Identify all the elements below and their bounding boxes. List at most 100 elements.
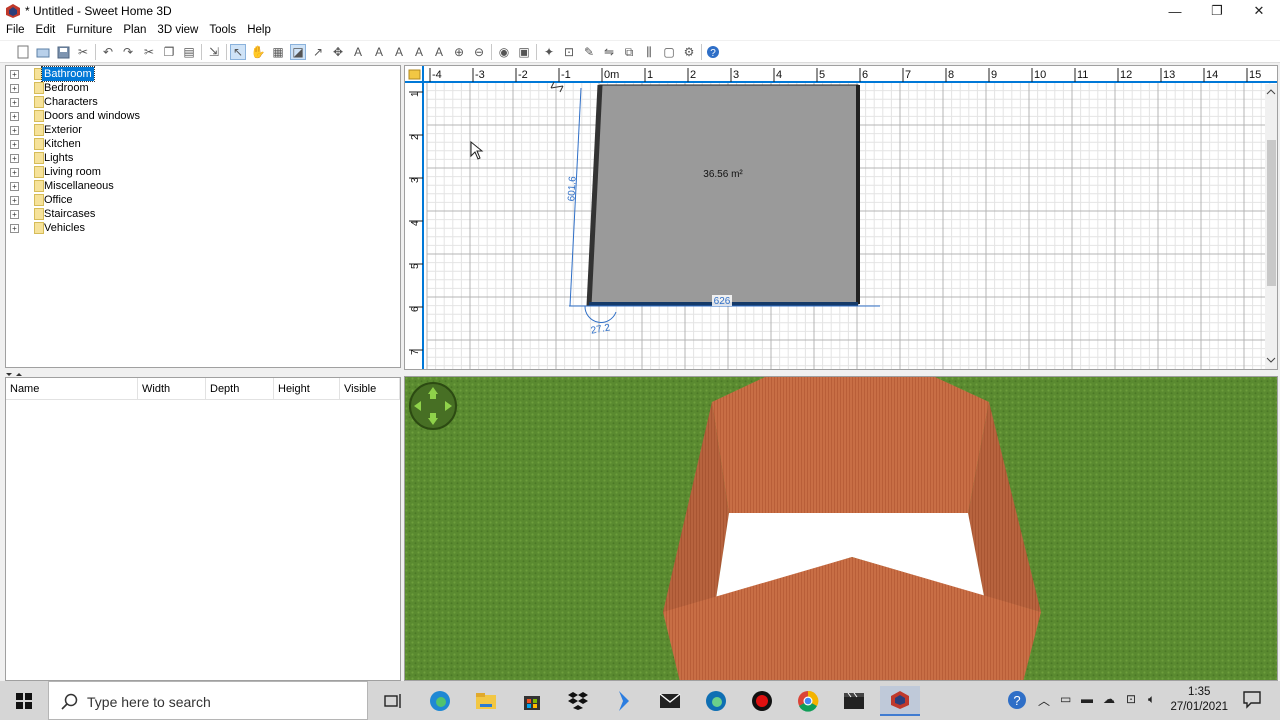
open-folder-icon[interactable]	[35, 44, 51, 60]
cut-tool-icon[interactable]: ✂	[75, 44, 91, 60]
menu-plan[interactable]: Plan	[117, 22, 151, 40]
redo-icon[interactable]: ↷	[120, 44, 136, 60]
create-polylines-icon[interactable]: ↗	[310, 44, 326, 60]
light-tool-icon[interactable]: ✦	[541, 44, 557, 60]
undo-icon[interactable]: ↶	[100, 44, 116, 60]
paste-icon[interactable]: ▤	[181, 44, 197, 60]
add-text-icon[interactable]: A	[350, 44, 366, 60]
menu-furniture[interactable]: Furniture	[60, 22, 117, 40]
expand-icon[interactable]: +	[10, 210, 19, 219]
import-background-icon[interactable]: ▢	[661, 44, 677, 60]
menu-file[interactable]: File	[0, 22, 30, 40]
expand-icon[interactable]: +	[10, 154, 19, 163]
expand-icon[interactable]: +	[10, 70, 19, 79]
meet-now-icon[interactable]: ▭	[1060, 692, 1071, 706]
expand-icon[interactable]: +	[10, 168, 19, 177]
create-rooms-icon[interactable]: ◪	[290, 44, 306, 60]
file-explorer-icon[interactable]	[466, 686, 506, 716]
expand-icon[interactable]: +	[10, 84, 19, 93]
pan-mode-icon[interactable]: ✋	[250, 44, 266, 60]
dropbox-icon[interactable]	[558, 686, 598, 716]
catalog-category[interactable]: + Bathroom	[6, 66, 396, 82]
start-button[interactable]	[0, 681, 48, 720]
expand-icon[interactable]: +	[10, 98, 19, 107]
3d-view[interactable]	[404, 376, 1278, 681]
edge-dev-icon[interactable]	[696, 686, 736, 716]
chrome-icon[interactable]	[788, 686, 828, 716]
catalog-category[interactable]: + Exterior	[6, 123, 396, 137]
cut-icon[interactable]: ✂	[141, 44, 157, 60]
column-header-name[interactable]: Name	[6, 378, 138, 400]
column-header-depth[interactable]: Depth	[206, 378, 274, 400]
onedrive-icon[interactable]: ☁	[1103, 692, 1115, 706]
bold-text-icon[interactable]: A	[411, 44, 427, 60]
italic-text-icon[interactable]: A	[431, 44, 447, 60]
catalog-category[interactable]: + Staircases	[6, 207, 396, 221]
import-furniture-icon[interactable]: ⊡	[561, 44, 577, 60]
new-file-icon[interactable]	[15, 44, 31, 60]
catalog-category[interactable]: + Miscellaneous	[6, 179, 396, 193]
volume-icon[interactable]: 🔈︎	[1148, 692, 1155, 707]
catalog-category[interactable]: + Kitchen	[6, 137, 396, 151]
clock[interactable]: 1:35 27/01/2021	[1170, 685, 1228, 715]
add-furniture-icon[interactable]: ⇲	[206, 44, 222, 60]
expand-icon[interactable]: +	[10, 112, 19, 121]
store-icon[interactable]	[512, 686, 552, 716]
column-header-visible[interactable]: Visible	[340, 378, 400, 400]
catalog-category[interactable]: + Characters	[6, 95, 396, 109]
save-icon[interactable]	[55, 44, 71, 60]
battery-icon[interactable]: ▬	[1081, 692, 1093, 706]
notifications-icon[interactable]	[1243, 691, 1261, 712]
expand-icon[interactable]: +	[10, 196, 19, 205]
help-icon[interactable]: ?	[705, 44, 721, 60]
plan-view[interactable]: -4 -3 -2 -1 0m 1 2 3 4 5 6 7 8 9 10 11 12 13 14 15 1 2 3 4 5 6 7 36…	[404, 65, 1278, 370]
3d-canvas[interactable]	[405, 377, 1278, 681]
horizontal-splitter[interactable]	[5, 369, 401, 376]
edge-browser-icon[interactable]	[420, 686, 460, 716]
increase-text-icon[interactable]: A	[371, 44, 387, 60]
create-video-icon[interactable]: ▣	[516, 44, 532, 60]
help-tray-icon[interactable]: ?	[1007, 690, 1027, 713]
column-header-width[interactable]: Width	[138, 378, 206, 400]
expand-icon[interactable]: +	[10, 224, 19, 233]
navigation-control[interactable]	[409, 382, 457, 430]
plan-canvas[interactable]: -4 -3 -2 -1 0m 1 2 3 4 5 6 7 8 9 10 11 12 13 14 15123456736…	[405, 66, 1278, 370]
minimize-button[interactable]: —	[1153, 0, 1197, 22]
catalog-category[interactable]: + Vehicles	[6, 221, 396, 235]
visual-studio-icon[interactable]	[604, 686, 644, 716]
close-button[interactable]: ✕	[1237, 0, 1280, 22]
menu-help[interactable]: Help	[241, 22, 276, 40]
expand-icon[interactable]: +	[10, 140, 19, 149]
decrease-text-icon[interactable]: A	[391, 44, 407, 60]
create-dimensions-icon[interactable]: ✥	[330, 44, 346, 60]
video-editor-icon[interactable]	[834, 686, 874, 716]
mirror-icon[interactable]: ⫼	[641, 44, 657, 60]
expand-icon[interactable]: +	[10, 126, 19, 135]
maximize-button[interactable]: ❐	[1195, 0, 1239, 22]
copy-icon[interactable]: ❐	[161, 44, 177, 60]
record-icon[interactable]	[742, 686, 782, 716]
menu-tools[interactable]: Tools	[203, 22, 241, 40]
flip-icon[interactable]: ⇋	[601, 44, 617, 60]
select-mode-icon[interactable]: ↖	[230, 44, 246, 60]
taskbar-search-box[interactable]: Type here to search	[48, 681, 368, 720]
preferences-icon[interactable]: ⚙	[681, 44, 697, 60]
show-hidden-icons-icon[interactable]: ︿	[1038, 692, 1050, 709]
menu-edit[interactable]: Edit	[30, 22, 61, 40]
menu-3d-view[interactable]: 3D view	[151, 22, 203, 40]
catalog-category[interactable]: + Living room	[6, 165, 396, 179]
catalog-category[interactable]: + Doors and windows	[6, 109, 396, 123]
column-header-height[interactable]: Height	[274, 378, 340, 400]
task-view-icon[interactable]	[373, 686, 413, 716]
group-icon[interactable]: ⧉	[621, 44, 637, 60]
network-icon[interactable]: ⊡	[1126, 692, 1136, 706]
zoom-in-icon[interactable]: ⊕	[451, 44, 467, 60]
catalog-category[interactable]: + Lights	[6, 151, 396, 165]
mail-icon[interactable]	[650, 686, 690, 716]
catalog-category[interactable]: + Office	[6, 193, 396, 207]
zoom-out-icon[interactable]: ⊖	[471, 44, 487, 60]
create-walls-icon[interactable]: ▦	[270, 44, 286, 60]
create-photo-icon[interactable]: ◉	[496, 44, 512, 60]
expand-icon[interactable]: +	[10, 182, 19, 191]
catalog-category[interactable]: + Bedroom	[6, 81, 396, 95]
